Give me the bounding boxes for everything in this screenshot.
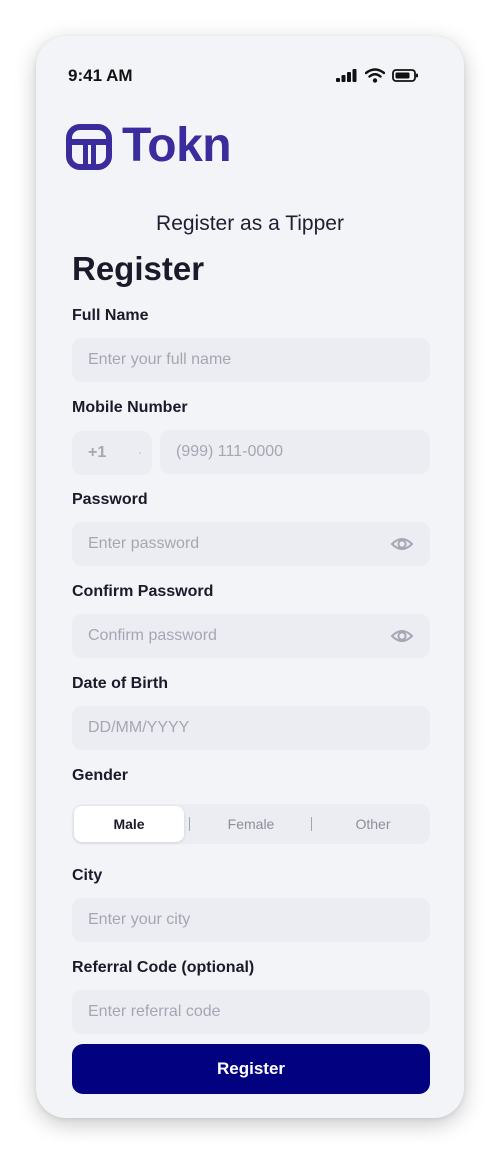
city-input[interactable]: Enter your city <box>72 898 430 942</box>
city-label: City <box>72 867 103 884</box>
full-name-label: Full Name <box>72 307 149 324</box>
gender-option-other[interactable]: Other <box>318 806 428 842</box>
battery-icon <box>392 69 418 82</box>
gender-label: Gender <box>72 767 129 784</box>
chevron-down-icon <box>139 452 141 454</box>
confirm-password-placeholder: Confirm password <box>88 627 217 644</box>
status-time: 9:41 AM <box>68 66 133 85</box>
register-button[interactable]: Register <box>72 1044 430 1094</box>
dob-input[interactable]: DD/MM/YYYY <box>72 706 430 750</box>
mobile-label: Mobile Number <box>72 399 188 416</box>
gender-segmented-control: Male Female Other <box>72 804 430 844</box>
password-input[interactable]: Enter password <box>72 522 430 566</box>
eye-icon[interactable] <box>390 533 414 555</box>
country-code-select[interactable]: +1 <box>72 431 152 475</box>
mobile-number-input[interactable]: (999) 111-0000 <box>160 430 430 474</box>
page-title: Register <box>72 250 205 287</box>
referral-label: Referral Code (optional) <box>72 959 255 976</box>
dob-label: Date of Birth <box>72 675 168 692</box>
gender-option-male[interactable]: Male <box>74 806 184 842</box>
confirm-password-label: Confirm Password <box>72 583 214 600</box>
full-name-input[interactable]: Enter your full name <box>72 338 430 382</box>
full-name-placeholder: Enter your full name <box>88 351 232 368</box>
dob-placeholder: DD/MM/YYYY <box>88 719 190 736</box>
password-label: Password <box>72 491 148 508</box>
tokn-logo-icon <box>66 124 112 170</box>
confirm-password-input[interactable]: Confirm password <box>72 614 430 658</box>
city-placeholder: Enter your city <box>88 911 191 928</box>
segment-divider <box>311 817 312 831</box>
wifi-icon <box>365 68 385 83</box>
gender-option-female[interactable]: Female <box>196 806 306 842</box>
phone-frame <box>36 36 464 1118</box>
referral-placeholder: Enter referral code <box>88 1003 221 1020</box>
password-placeholder: Enter password <box>88 535 200 552</box>
brand-name: Tokn <box>122 119 232 172</box>
country-code-value: +1 <box>88 444 107 461</box>
mobile-placeholder: (999) 111-0000 <box>176 443 284 460</box>
signal-icon <box>336 69 357 82</box>
segment-divider <box>189 817 190 831</box>
eye-icon[interactable] <box>390 625 414 647</box>
referral-input[interactable]: Enter referral code <box>72 990 430 1034</box>
page-subtitle: Register as a Tipper <box>156 212 344 235</box>
